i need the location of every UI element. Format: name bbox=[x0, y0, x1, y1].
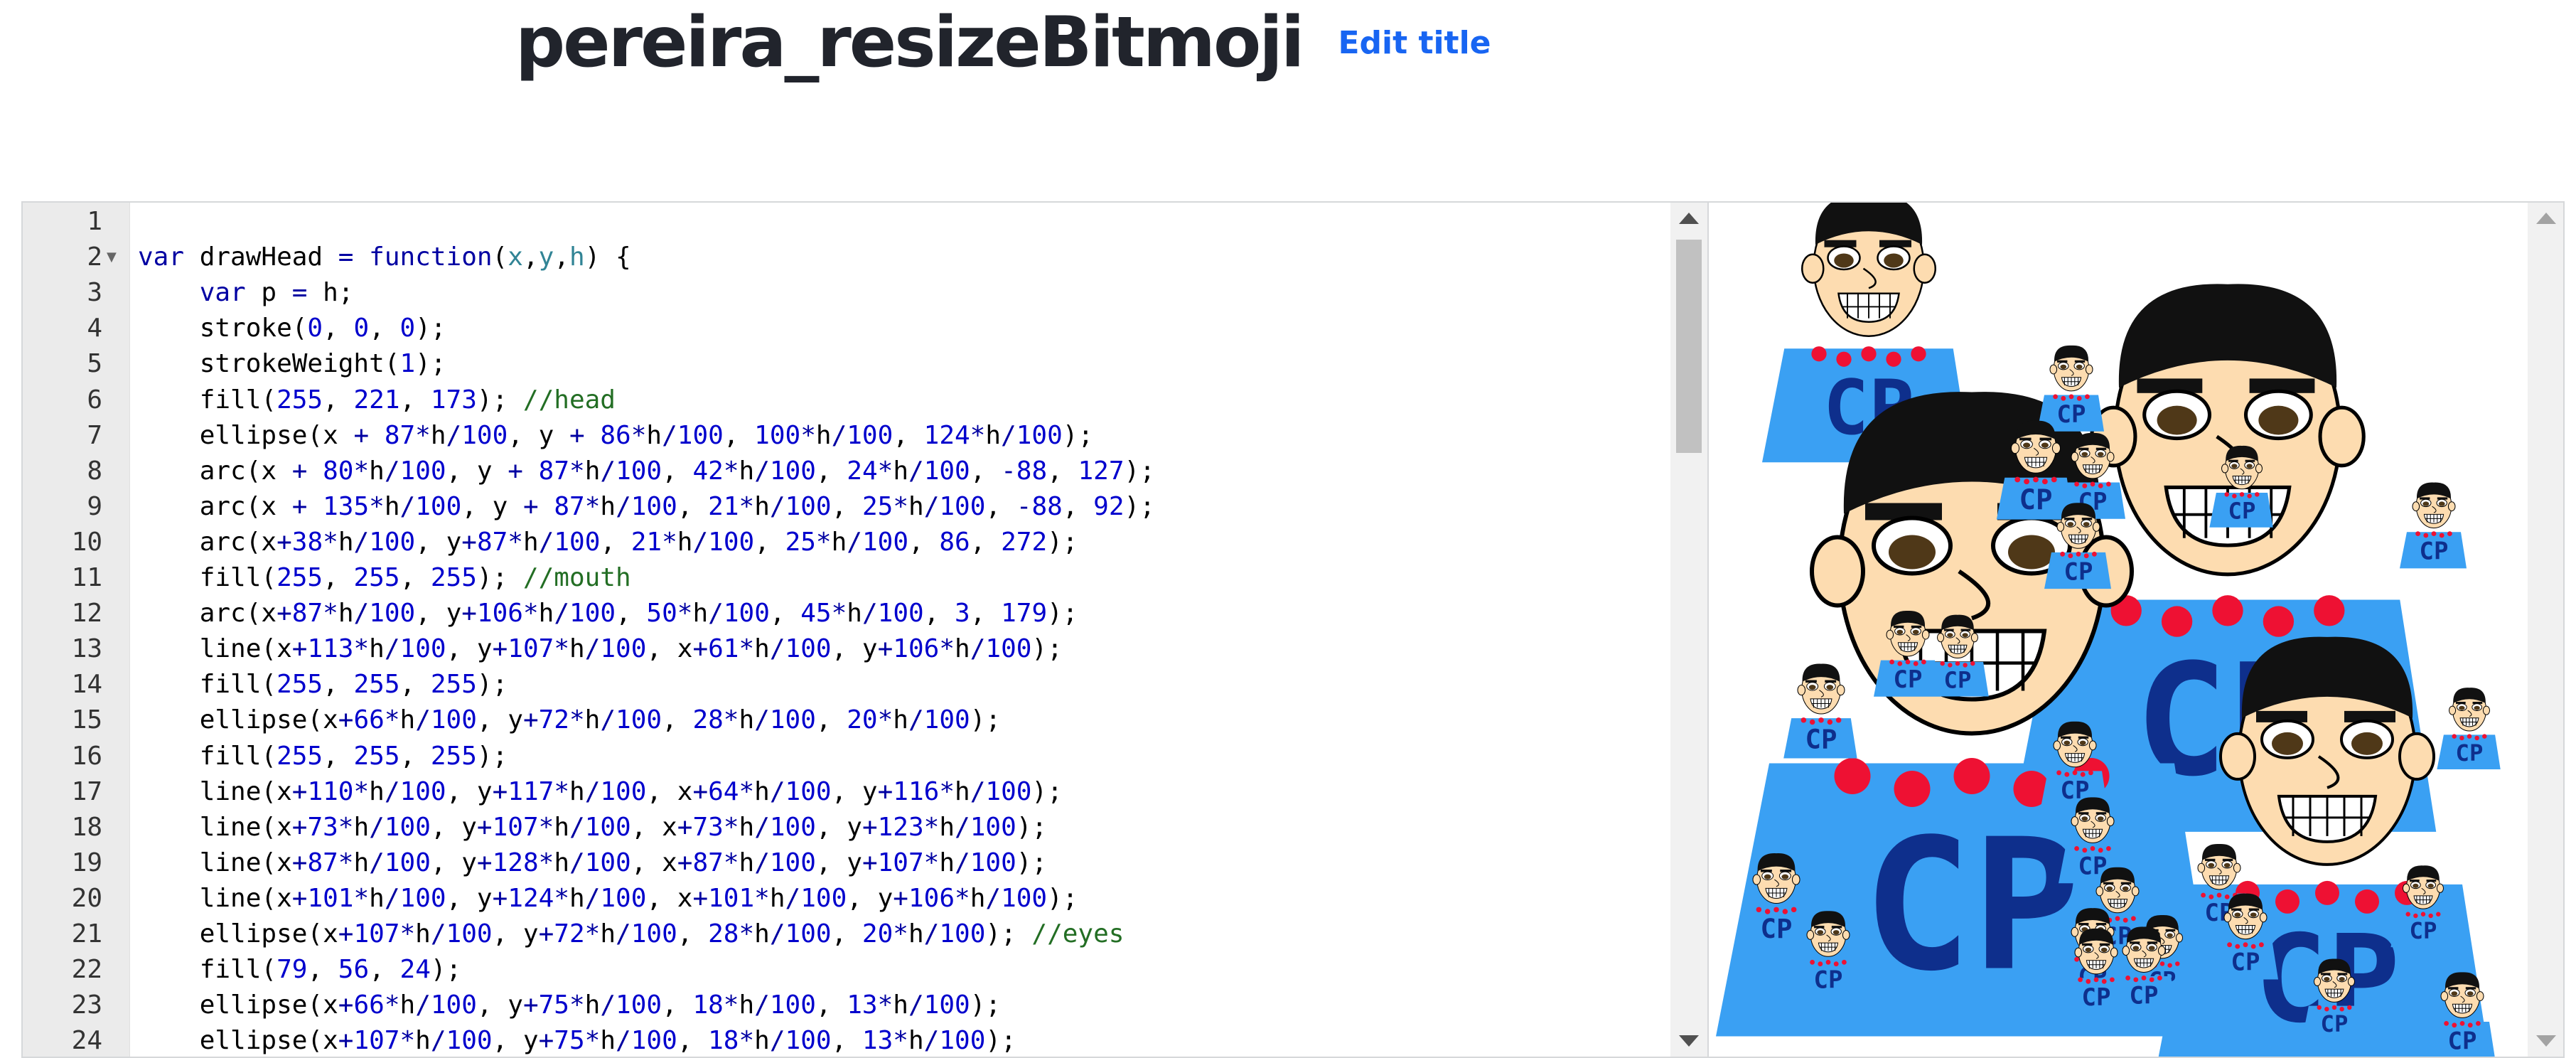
line-number: 9 bbox=[87, 491, 102, 521]
code-line[interactable]: ellipse(x+107*h/100, y+72*h/100, 28*h/10… bbox=[138, 917, 1695, 952]
code-line[interactable]: var p = h; bbox=[138, 275, 1695, 311]
shirt-letters: CP bbox=[2448, 1027, 2477, 1055]
line-number: 21 bbox=[71, 919, 102, 949]
line-number: 23 bbox=[71, 990, 102, 1020]
code-line[interactable]: ellipse(x + 87*h/100, y + 86*h/100, 100*… bbox=[138, 418, 1695, 454]
code-line[interactable]: line(x+87*h/100, y+128*h/100, x+87*h/100… bbox=[138, 845, 1695, 881]
line-number: 16 bbox=[71, 741, 102, 771]
code-line[interactable]: line(x+110*h/100, y+117*h/100, x+64*h/10… bbox=[138, 774, 1695, 810]
line-number: 2 bbox=[87, 242, 102, 272]
scroll-down-arrow-icon[interactable] bbox=[1679, 1035, 1699, 1047]
line-number: 22 bbox=[71, 955, 102, 985]
shirt-letters: CP bbox=[2082, 983, 2111, 1012]
line-number: 7 bbox=[87, 420, 102, 450]
shirt-letters: CP bbox=[2410, 917, 2437, 944]
line-number: 18 bbox=[71, 812, 102, 842]
code-line[interactable]: var drawHead = function(x,y,h) { bbox=[138, 240, 1695, 275]
code-line[interactable]: arc(x + 80*h/100, y + 87*h/100, 42*h/100… bbox=[138, 454, 1695, 489]
line-number: 12 bbox=[71, 599, 102, 629]
shirt-letters: CP bbox=[1814, 966, 1843, 994]
code-line[interactable]: arc(x+38*h/100, y+87*h/100, 21*h/100, 25… bbox=[138, 525, 1695, 560]
editor-scrollbar[interactable] bbox=[1670, 203, 1707, 1057]
program-title: pereira_resizeBitmoji bbox=[515, 2, 1304, 83]
shirt-letters: CP bbox=[1862, 801, 2081, 1012]
line-number: 11 bbox=[71, 563, 102, 592]
output-canvas[interactable]: CP CP CP CP CP CP CP CP CP CP CP CP CP CP CP CP CP CP CP CP… bbox=[1707, 203, 2563, 1058]
code-line[interactable]: line(x+113*h/100, y+107*h/100, x+61*h/10… bbox=[138, 631, 1695, 667]
line-number: 14 bbox=[71, 670, 102, 700]
shirt-letters: CP bbox=[2057, 400, 2086, 429]
line-number: 8 bbox=[87, 456, 102, 486]
code-line[interactable]: ellipse(x+107*h/100, y+75*h/100, 18*h/10… bbox=[138, 1023, 1695, 1057]
line-number: 5 bbox=[87, 349, 102, 379]
title-row: pereira_resizeBitmoji Edit title bbox=[515, 0, 1491, 85]
shirt-letters: CP bbox=[1944, 666, 1972, 693]
workspace: 1 2 ▼ 3 4 5 6 7 8 9 10 11 12 13 14 15 16 17 18 19 20 21 22 23 24… bbox=[21, 201, 2565, 1058]
line-number: 19 bbox=[71, 848, 102, 877]
bitmoji-small: CP bbox=[2437, 688, 2501, 769]
canvas-scroll-down-arrow-icon[interactable] bbox=[2536, 1035, 2556, 1047]
shirt-letters: CP bbox=[1760, 913, 1792, 944]
shirt-letters: CP bbox=[2064, 557, 2093, 586]
line-number: 15 bbox=[71, 705, 102, 735]
line-number: 4 bbox=[87, 314, 102, 343]
line-number: 24 bbox=[71, 1026, 102, 1056]
bitmoji-canvas[interactable]: CPCPCPCPCP CPCPCP CPCPCPCPCPCPCPCPCPCPCPCP… bbox=[1709, 203, 2528, 1058]
shirt-letters: CP bbox=[2130, 981, 2159, 1010]
line-number: 20 bbox=[71, 883, 102, 913]
code-line[interactable]: fill(255, 255, 255); //mouth bbox=[138, 560, 1695, 596]
shirt-letters: CP bbox=[2420, 538, 2449, 566]
code-line[interactable]: line(x+101*h/100, y+124*h/100, x+101*h/1… bbox=[138, 881, 1695, 917]
editor-scroll-thumb[interactable] bbox=[1676, 240, 1702, 453]
shirt-letters: CP bbox=[1894, 666, 1923, 694]
line-number: 1 bbox=[87, 207, 102, 236]
edit-title-link[interactable]: Edit title bbox=[1338, 25, 1491, 61]
line-number: 6 bbox=[87, 385, 102, 415]
code-line[interactable]: line(x+73*h/100, y+107*h/100, x+73*h/100… bbox=[138, 810, 1695, 845]
code-line[interactable]: stroke(0, 0, 0); bbox=[138, 311, 1695, 346]
bitmoji-small: CP bbox=[2400, 482, 2467, 569]
line-number: 10 bbox=[71, 527, 102, 557]
shirt-letters: CP bbox=[2019, 484, 2052, 516]
line-number: 3 bbox=[87, 278, 102, 308]
code-line[interactable]: fill(255, 221, 173); //head bbox=[138, 383, 1695, 418]
shirt-letters: CP bbox=[1805, 723, 1837, 754]
shirt-letters: CP bbox=[2456, 739, 2484, 766]
code-line[interactable]: fill(255, 255, 255); bbox=[138, 667, 1695, 702]
line-number: 13 bbox=[71, 634, 102, 664]
bitmoji-small: CP bbox=[2037, 345, 2104, 432]
code-line[interactable]: arc(x+87*h/100, y+106*h/100, 50*h/100, 4… bbox=[138, 596, 1695, 631]
code-line[interactable]: fill(255, 255, 255); bbox=[138, 739, 1695, 774]
shirt-letters: CP bbox=[2228, 498, 2256, 525]
canvas-scrollbar[interactable] bbox=[2528, 203, 2563, 1057]
shirt-letters: CP bbox=[2321, 1010, 2349, 1037]
code-line[interactable]: ellipse(x+66*h/100, y+72*h/100, 28*h/100… bbox=[138, 702, 1695, 738]
code-line[interactable]: ellipse(x+66*h/100, y+75*h/100, 18*h/100… bbox=[138, 988, 1695, 1023]
code-line[interactable]: strokeWeight(1); bbox=[138, 346, 1695, 382]
bitmoji-small: CP bbox=[1783, 663, 1857, 759]
scroll-up-arrow-icon[interactable] bbox=[1679, 213, 1699, 224]
fold-arrow-icon[interactable]: ▼ bbox=[107, 240, 117, 275]
shirt-letters: CP bbox=[2231, 949, 2260, 977]
canvas-scroll-up-arrow-icon[interactable] bbox=[2536, 213, 2556, 224]
line-number: 17 bbox=[71, 776, 102, 806]
code-editor[interactable]: 1 2 ▼ 3 4 5 6 7 8 9 10 11 12 13 14 15 16 17 18 19 20 21 22 23 24… bbox=[23, 203, 1707, 1057]
line-number-gutter: 1 2 ▼ 3 4 5 6 7 8 9 10 11 12 13 14 15 16 17 18 19 20 21 22 23 24 bbox=[23, 203, 130, 1057]
code-line[interactable] bbox=[138, 204, 1695, 240]
code-line[interactable]: arc(x + 135*h/100, y + 87*h/100, 21*h/10… bbox=[138, 489, 1695, 525]
code-line[interactable]: fill(79, 56, 24); bbox=[138, 952, 1695, 988]
